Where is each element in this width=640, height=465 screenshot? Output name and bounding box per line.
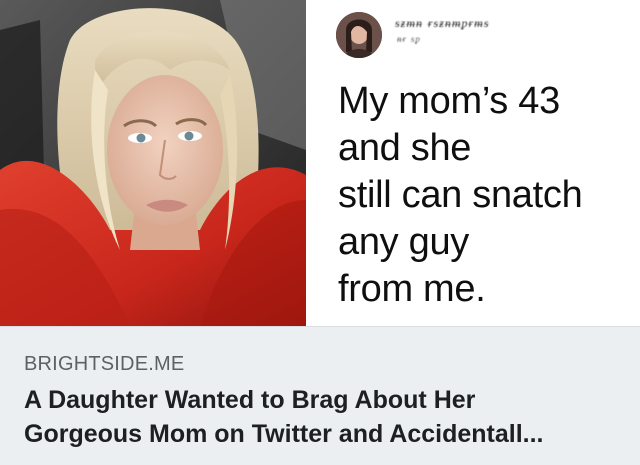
tweet-handle-blurred: ᵰᵲ ᵴᵱ [397,35,421,45]
user-avatar-icon [336,12,382,58]
preview-image[interactable]: ᵴᵶᵯᵰ ᵲᵴᵶᵰᵯᵱᵲᵯᵴ ᵰᵲ ᵴᵱ My mom’s 43 and she… [0,0,640,326]
portrait-illustration [0,0,306,326]
link-domain: BRIGHTSIDE.ME [24,353,185,375]
tweet-display-name-blurred: ᵴᵶᵯᵰ ᵲᵴᵶᵰᵯᵱᵲᵯᵴ [395,16,490,30]
link-headline[interactable]: A Daughter Wanted to Brag About Her Gorg… [24,383,624,451]
tweet-user-info: ᵴᵶᵯᵰ ᵲᵴᵶᵰᵯᵱᵲᵯᵴ ᵰᵲ ᵴᵱ [395,16,615,50]
link-preview-footer[interactable]: BRIGHTSIDE.ME A Daughter Wanted to Brag … [0,326,640,465]
tweet-text: My mom’s 43 and she still can snatch any… [338,80,583,310]
tweet-screenshot: ᵴᵶᵯᵰ ᵲᵴᵶᵰᵯᵱᵲᵯᵴ ᵰᵲ ᵴᵱ My mom’s 43 and she… [306,0,640,326]
link-preview-card[interactable]: ᵴᵶᵯᵰ ᵲᵴᵶᵰᵯᵱᵲᵯᵴ ᵰᵲ ᵴᵱ My mom’s 43 and she… [0,0,640,465]
portrait-photo [0,0,306,326]
